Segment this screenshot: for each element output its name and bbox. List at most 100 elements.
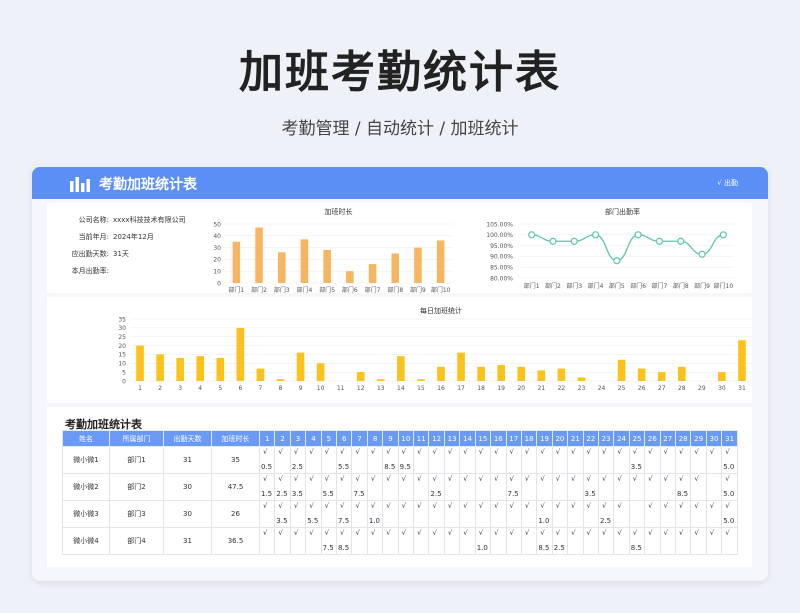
attendance-table: 姓名 所属部门 出勤天数 加班时长 1 2 3 4 5 6 7 8 9 10 11 12 13 14 15 16 17 1… <box>62 430 738 555</box>
bar <box>657 372 666 381</box>
attendance-check: √ <box>324 475 330 483</box>
day-cell: √ <box>567 500 584 528</box>
day-cell: √ <box>567 473 584 501</box>
attendance-check: √ <box>725 502 730 510</box>
day-cell: √ <box>674 500 692 528</box>
employee-name-cell: 微小微3 <box>62 500 110 528</box>
bar <box>637 368 646 381</box>
bar <box>738 340 746 381</box>
attendance-check: √ <box>524 529 530 537</box>
x-tick-label: 部门6 <box>342 286 358 293</box>
day-cell: √ <box>366 527 384 555</box>
day-header: 18 <box>520 430 538 447</box>
attendance-check: √ <box>509 475 514 483</box>
day-cell: √ <box>705 446 723 474</box>
day-cell: √ <box>413 527 430 555</box>
page-title: 加班考勤统计表 <box>239 47 561 98</box>
attendance-check: √ <box>494 448 499 456</box>
attendance-days-cell: 30 <box>163 500 212 528</box>
x-tick-label: 部门2 <box>251 286 267 293</box>
attendance-check: √ <box>509 502 514 510</box>
day-cell: √ <box>597 446 615 474</box>
x-tick-label: 2 <box>158 385 162 392</box>
page-subtitle: 考勤管理 / 自动统计 / 加班统计 <box>281 119 519 139</box>
day-cell: √ 0.5 <box>258 446 276 474</box>
day-cell: √ 7.5 <box>336 500 353 528</box>
attendance-check: √ <box>386 502 391 510</box>
x-tick-label: 29 <box>698 385 706 392</box>
attendance-check: √ <box>293 448 299 456</box>
day-cell: √ <box>474 473 492 501</box>
day-cell: √ <box>490 527 507 555</box>
day-cell: √ <box>459 446 476 474</box>
attendance-check: √ <box>463 529 468 537</box>
attendance-check: √ <box>494 529 499 537</box>
attendance-check: √ <box>417 502 422 510</box>
overtime-hours-cell: 35 <box>211 446 260 474</box>
x-tick-label: 7 <box>259 385 263 392</box>
x-tick-label: 部门4 <box>588 282 604 290</box>
day-cell: √ 1.0 <box>474 527 492 555</box>
x-tick-label: 部门4 <box>297 286 313 293</box>
overtime-value: 5.0 <box>723 517 735 525</box>
x-tick-label: 18 <box>477 385 485 392</box>
attendance-check: √ <box>278 475 283 483</box>
attendance-check: √ <box>524 448 530 456</box>
day-cell: √ <box>597 473 615 501</box>
attendance-check: √ <box>586 448 591 456</box>
day-cell: √ <box>505 446 522 474</box>
bar <box>497 365 506 381</box>
day-header: 30 <box>705 430 723 447</box>
overtime-value: 8.5 <box>538 544 550 552</box>
attendance-check: √ <box>571 448 576 456</box>
day-cell: √ 1.5 <box>258 473 276 501</box>
day-cell: √ <box>397 500 415 528</box>
department-cell: 部门2 <box>109 473 164 501</box>
day-cell: √ 1.0 <box>366 500 384 528</box>
day-cell: √ <box>644 500 661 528</box>
attendance-check: √ <box>417 529 422 537</box>
bar <box>316 363 325 381</box>
attendance-check: √ <box>478 502 484 510</box>
day-header: 23 <box>597 430 615 447</box>
data-point <box>549 237 557 245</box>
overtime-value: 1.0 <box>368 517 380 525</box>
attendance-check: √ <box>432 475 437 483</box>
attendance-check: √ <box>725 475 730 483</box>
day-cell: √ <box>274 446 291 474</box>
info-month: 当前年月: 2024年12月 <box>78 233 154 241</box>
day-cell: √ <box>428 500 445 528</box>
bar <box>296 352 305 381</box>
overtime-value: 2.5 <box>430 490 442 498</box>
day-cell: √ <box>443 473 461 501</box>
x-tick-label: 部门8 <box>387 286 403 293</box>
day-cell: √ <box>443 527 461 555</box>
day-cell: √ <box>305 446 322 474</box>
attendance-check: √ <box>555 529 561 537</box>
info-required-days: 应出勤天数: 31天 <box>71 250 129 258</box>
overtime-value: 3.5 <box>584 490 596 498</box>
y-tick-label: 20 <box>118 343 126 350</box>
day-cell: √ 9.5 <box>397 446 415 474</box>
x-tick-label: 27 <box>658 385 666 392</box>
day-cell: √ <box>505 500 522 528</box>
overtime-value: 9.5 <box>399 463 411 471</box>
day-header: 4 <box>305 430 322 447</box>
day-header: 15 <box>474 430 492 447</box>
attendance-check: √ <box>632 529 638 537</box>
x-tick-label: 19 <box>497 385 505 392</box>
attendance-check: √ <box>263 448 268 456</box>
day-cell: √ <box>613 527 630 555</box>
x-tick-label: 22 <box>558 385 566 392</box>
y-tick-label: 80.00% <box>490 275 513 282</box>
day-cell: √ <box>305 527 322 555</box>
chart-title: 加班时长 <box>325 207 353 216</box>
overtime-value: 8.5 <box>338 544 350 552</box>
bar <box>278 252 286 283</box>
day-cell: √ 7.5 <box>505 473 522 501</box>
attendance-check: √ <box>309 448 314 456</box>
attendance-check: √ <box>447 529 453 537</box>
attendance-days-cell: 31 <box>163 446 212 474</box>
x-tick-label: 部门5 <box>609 282 625 290</box>
daily-panel: 每日加班统计 0 5 10 15 20 25 30 35 1 2 3 4 5 6 7 8 9 10 11 12 13 14 1… <box>47 297 752 403</box>
